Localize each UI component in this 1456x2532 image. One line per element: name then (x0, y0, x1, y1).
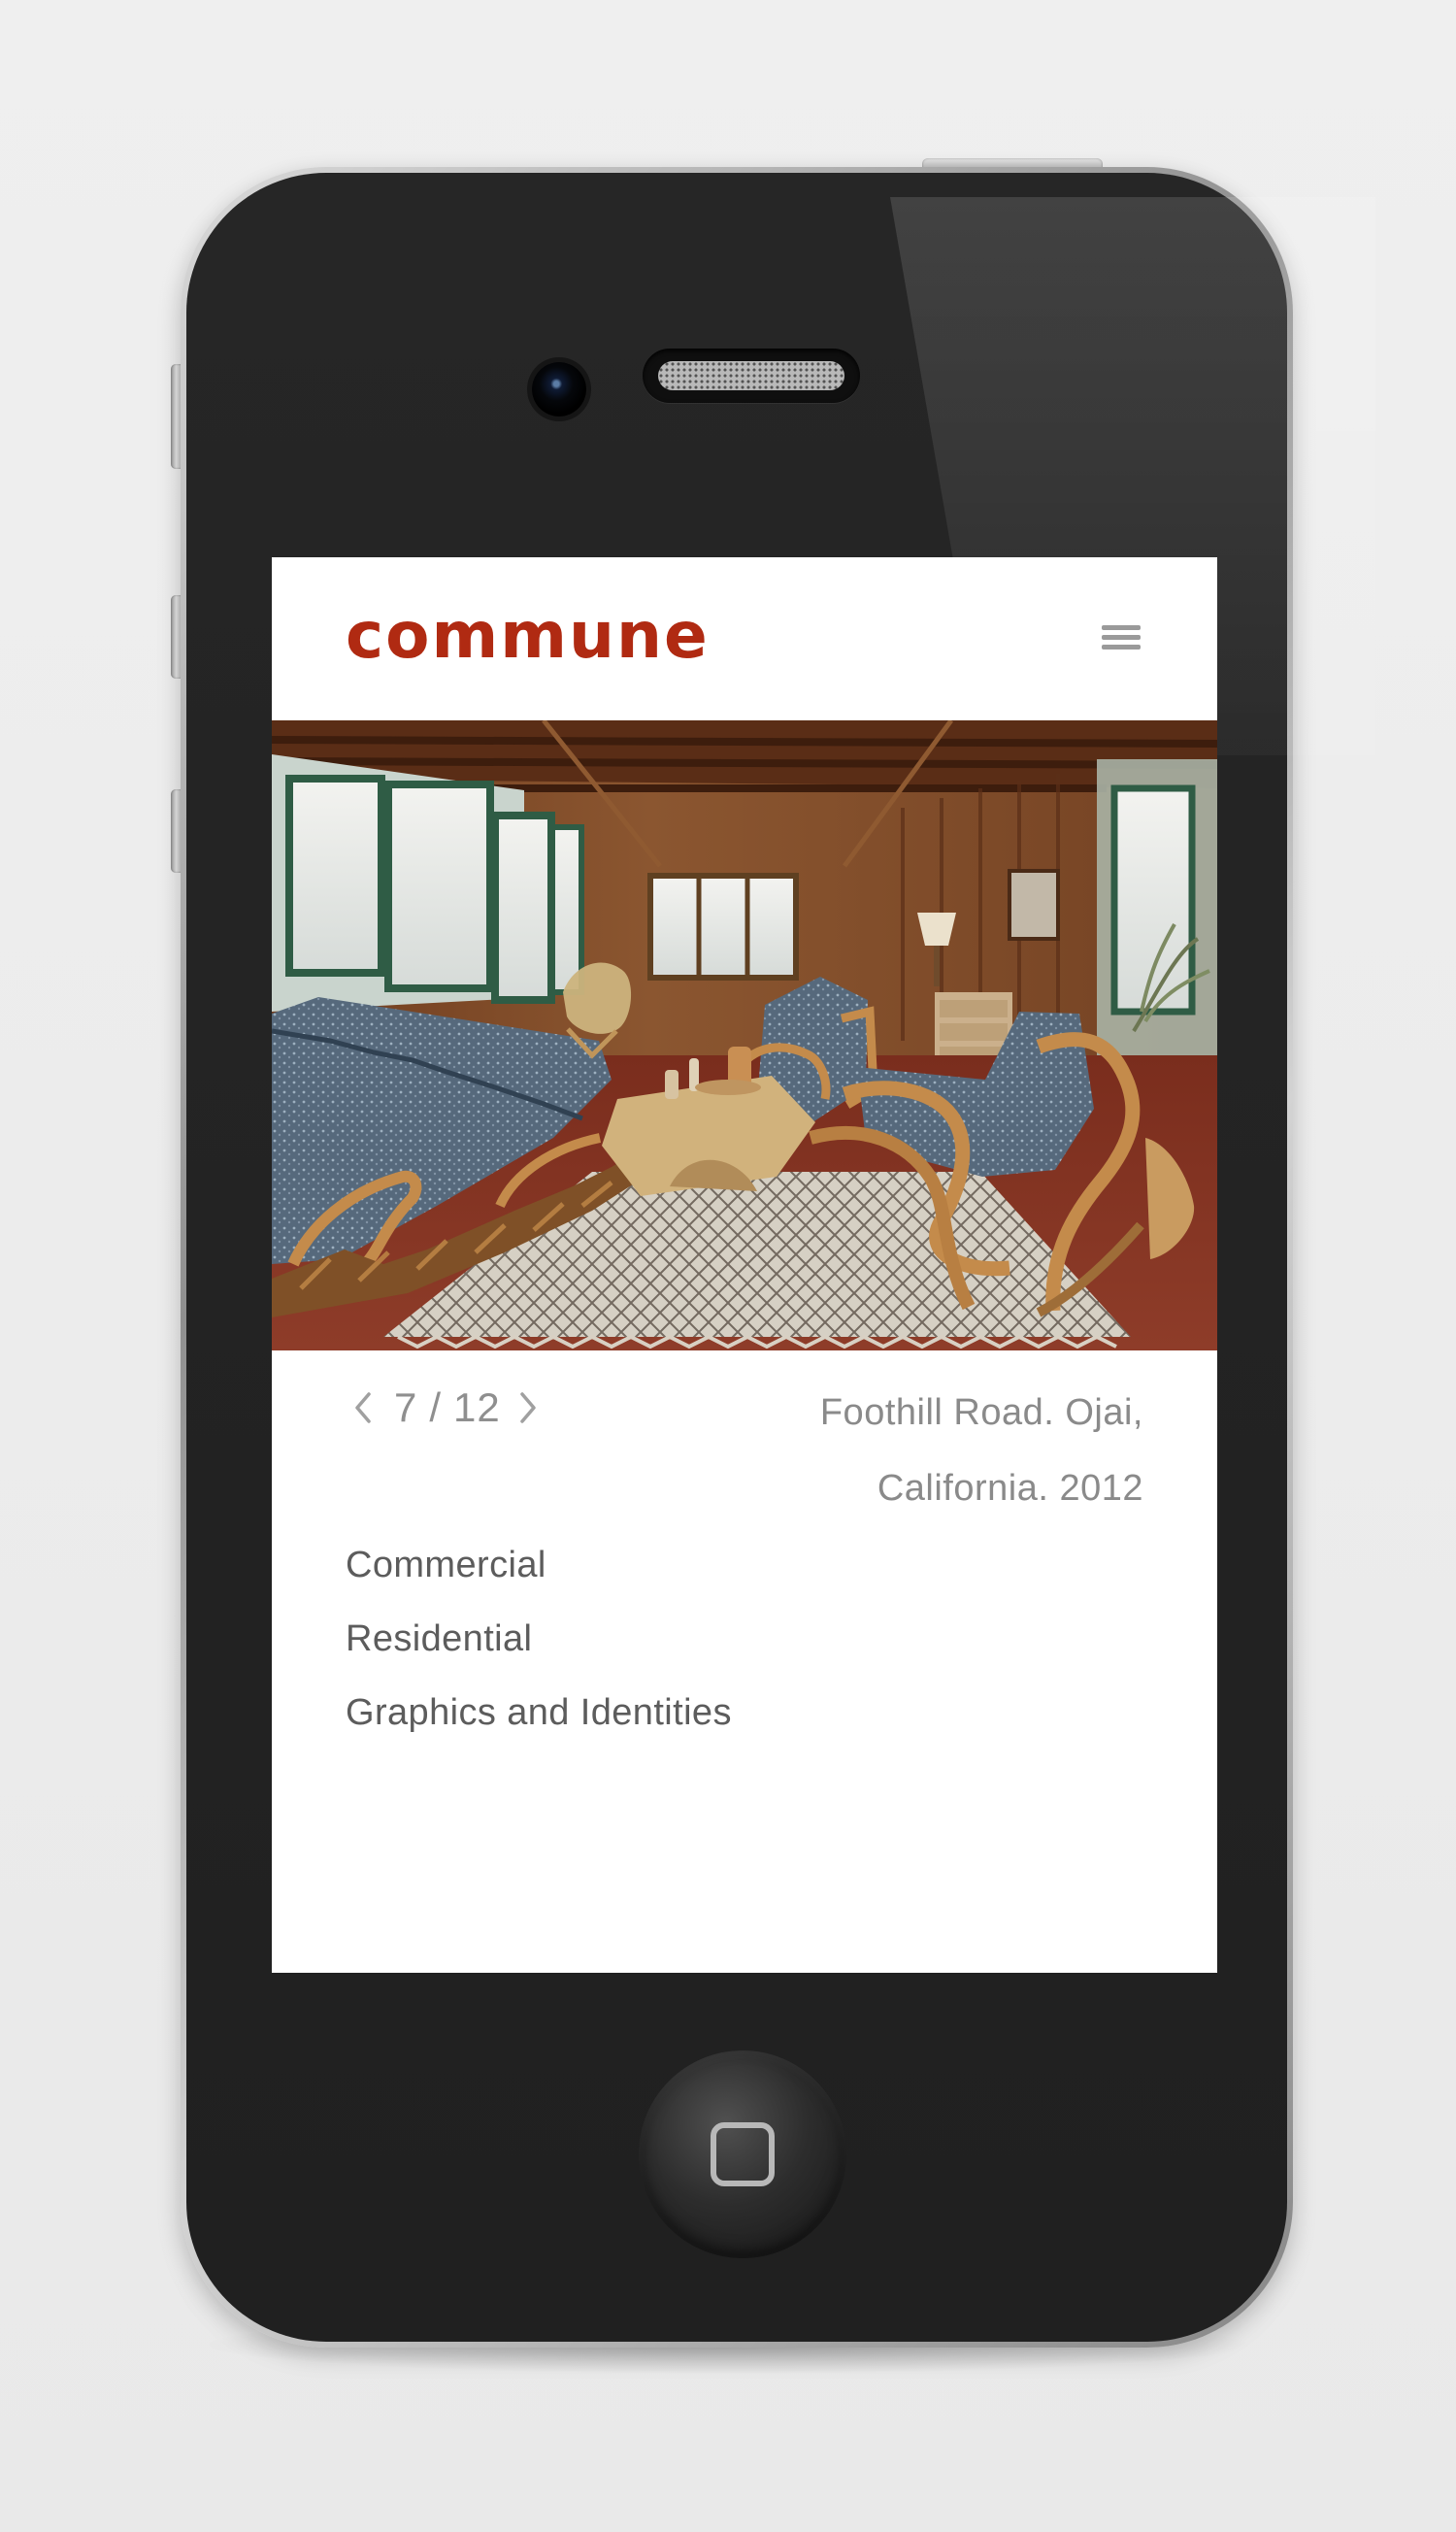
chevron-left-icon[interactable] (346, 1375, 386, 1441)
device-face: commune 7 / 12 Foothill Road. Ojai, Cali… (186, 173, 1375, 2342)
interior-living-room-photo (272, 720, 1217, 1350)
phone-screen: commune 7 / 12 Foothill Road. Ojai, Cali… (272, 557, 1217, 1973)
interior-photo-illustration (272, 720, 1217, 1350)
gallery-pager: 7 / 12 (346, 1375, 551, 1441)
caption-line-2: California. 2012 (877, 1468, 1143, 1509)
device-mockup-stage: commune 7 / 12 Foothill Road. Ojai, Cali… (0, 0, 1456, 2532)
gallery-separator: / (429, 1384, 443, 1430)
menu-line (1102, 635, 1141, 640)
speaker-mesh (658, 361, 844, 390)
speaker-grill (643, 349, 860, 403)
gallery-current-page: 7 (394, 1384, 418, 1430)
menu-line (1102, 625, 1141, 630)
category-navigation: Commercial Residential Graphics and Iden… (346, 1528, 732, 1749)
hamburger-menu-icon[interactable] (1100, 617, 1146, 656)
front-camera-icon (532, 362, 586, 416)
next-slide-arrow (520, 1392, 536, 1423)
category-link-residential[interactable]: Residential (346, 1602, 732, 1676)
menu-line (1102, 645, 1141, 650)
home-square-icon (711, 2122, 775, 2186)
caption-line-1: Foothill Road. Ojai, (819, 1392, 1143, 1433)
brand-logo[interactable]: commune (346, 604, 710, 668)
previous-slide-arrow (355, 1392, 371, 1423)
iphone-device: commune 7 / 12 Foothill Road. Ojai, Cali… (181, 167, 1375, 2348)
gallery-total-pages: 12 (453, 1384, 501, 1430)
home-button-icon[interactable] (639, 2050, 846, 2258)
category-link-commercial[interactable]: Commercial (346, 1528, 732, 1602)
category-link-graphics-identities[interactable]: Graphics and Identities (346, 1676, 732, 1749)
chevron-right-icon[interactable] (511, 1375, 551, 1441)
project-caption: Foothill Road. Ojai, California. 2012 (755, 1375, 1143, 1526)
site-header: commune (272, 557, 1217, 720)
